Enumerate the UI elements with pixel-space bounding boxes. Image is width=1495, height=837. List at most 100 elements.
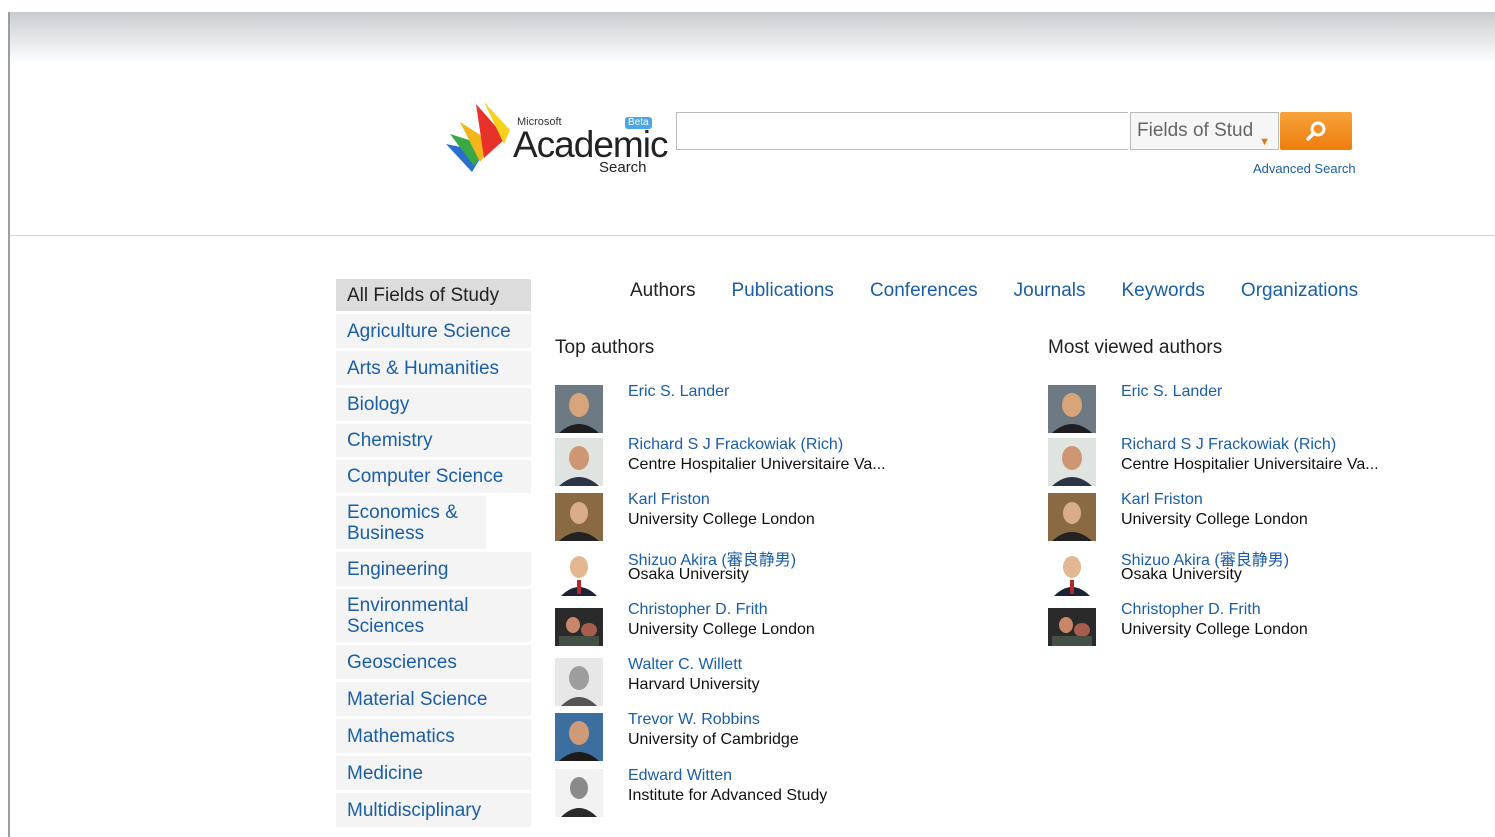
author-name-link[interactable]: Christopher D. Frith (628, 601, 768, 619)
sidebar-item-label: Environmental Sciences (347, 594, 469, 637)
sidebar-item-all-fields[interactable]: All Fields of Study (336, 279, 531, 311)
author-name-link[interactable]: Richard S J Frackowiak (Rich) (628, 436, 843, 454)
author-name-link[interactable]: Eric S. Lander (1121, 383, 1222, 401)
author-name-link[interactable]: Trevor W. Robbins (628, 711, 760, 729)
sidebar-item-engineering[interactable]: Engineering (336, 552, 531, 586)
author-affiliation: Osaka University (1121, 566, 1242, 583)
search-icon (1306, 121, 1326, 141)
sidebar-item-label: Chemistry (347, 430, 433, 451)
sidebar-item-economics-business[interactable]: Economics & Business (336, 496, 486, 549)
sidebar-item-computer-science[interactable]: Computer Science (336, 460, 531, 493)
list-item: Karl Friston University College London (555, 491, 975, 543)
tab-organizations[interactable]: Organizations (1241, 280, 1358, 302)
sidebar-item-chemistry[interactable]: Chemistry (336, 424, 531, 457)
author-affiliation: Centre Hospitalier Universitaire Va... (1121, 456, 1379, 473)
sidebar-item-label: Geosciences (347, 651, 457, 673)
sidebar-item-label: Economics & Business (347, 501, 458, 544)
sidebar-item-label: All Fields of Study (347, 284, 500, 306)
list-item: Christopher D. Frith University College … (1048, 601, 1468, 653)
author-photo[interactable] (555, 438, 603, 486)
author-photo[interactable] (555, 713, 603, 761)
sidebar-item-label: Medicine (347, 762, 424, 784)
author-photo[interactable] (555, 385, 603, 433)
sidebar-item-agriculture-science[interactable]: Agriculture Science (336, 314, 531, 348)
sidebar-item-label: Material Science (347, 688, 488, 710)
author-photo[interactable] (1048, 438, 1096, 486)
fields-of-study-select[interactable]: Fields of Stud ▼ (1130, 112, 1279, 150)
window-top-strip (10, 12, 1495, 64)
author-name-link[interactable]: Christopher D. Frith (1121, 601, 1261, 619)
author-photo[interactable] (1048, 608, 1096, 646)
list-item: Christopher D. Frith University College … (555, 601, 975, 653)
list-item: Shizuo Akira (審良静男) Osaka University (1048, 548, 1468, 598)
top-authors-heading: Top authors (555, 337, 655, 358)
search-input-box[interactable] (676, 112, 1128, 150)
list-item: Eric S. Lander (555, 383, 975, 435)
author-affiliation: University College London (628, 621, 815, 638)
sidebar-item-mathematics[interactable]: Mathematics (336, 719, 531, 753)
window-left-edge (8, 12, 10, 837)
sidebar-item-label: Multidisciplinary (347, 799, 482, 821)
tab-conferences[interactable]: Conferences (870, 280, 978, 302)
author-photo[interactable] (1048, 385, 1096, 433)
author-photo[interactable] (1048, 548, 1096, 596)
fields-of-study-sidebar: All Fields of Study Agriculture Science … (336, 279, 531, 830)
list-item: Trevor W. Robbins University of Cambridg… (555, 711, 975, 763)
category-tabs: Authors Publications Conferences Journal… (630, 280, 1394, 302)
author-affiliation: University College London (1121, 511, 1308, 528)
advanced-search-link[interactable]: Advanced Search (1253, 161, 1356, 176)
author-affiliation: Osaka University (628, 566, 749, 583)
list-item: Edward Witten Institute for Advanced Stu… (555, 767, 975, 819)
author-name-link[interactable]: Richard S J Frackowiak (Rich) (1121, 436, 1336, 454)
most-viewed-authors-heading: Most viewed authors (1048, 337, 1223, 358)
logo-search-text: Search (599, 159, 647, 176)
author-photo[interactable] (555, 548, 603, 596)
author-affiliation: Centre Hospitalier Universitaire Va... (628, 456, 886, 473)
author-name-link[interactable]: Edward Witten (628, 767, 732, 785)
sidebar-item-arts-humanities[interactable]: Arts & Humanities (336, 351, 531, 385)
author-affiliation: Harvard University (628, 676, 760, 693)
list-item: Shizuo Akira (審良静男) Osaka University (555, 548, 975, 598)
author-affiliation: University of Cambridge (628, 731, 799, 748)
author-affiliation: University College London (628, 511, 815, 528)
search-button[interactable] (1280, 112, 1352, 150)
list-item: Richard S J Frackowiak (Rich) Centre Hos… (555, 436, 975, 488)
author-photo[interactable] (555, 493, 603, 541)
sidebar-item-label: Biology (347, 394, 410, 415)
author-name-link[interactable]: Karl Friston (628, 491, 710, 509)
author-name-link[interactable]: Karl Friston (1121, 491, 1203, 509)
author-photo[interactable] (555, 769, 603, 817)
tab-keywords[interactable]: Keywords (1122, 280, 1205, 302)
author-name-link[interactable]: Walter C. Willett (628, 656, 742, 674)
sidebar-item-medicine[interactable]: Medicine (336, 756, 531, 790)
sidebar-item-multidisciplinary[interactable]: Multidisciplinary (336, 793, 531, 827)
sidebar-item-biology[interactable]: Biology (336, 388, 531, 421)
sidebar-item-label: Engineering (347, 558, 449, 580)
author-affiliation: University College London (1121, 621, 1308, 638)
sidebar-item-material-science[interactable]: Material Science (336, 682, 531, 716)
tab-authors[interactable]: Authors (630, 280, 695, 302)
author-photo[interactable] (555, 658, 603, 706)
tab-publications[interactable]: Publications (731, 280, 833, 302)
header-divider (10, 235, 1495, 236)
academic-search-logo[interactable]: Microsoft Academic Search Beta (444, 100, 668, 180)
beta-badge: Beta (625, 117, 652, 129)
chevron-down-icon: ▼ (1259, 136, 1270, 148)
list-item: Karl Friston University College London (1048, 491, 1468, 543)
tab-journals[interactable]: Journals (1014, 280, 1086, 302)
logo-mark-icon (446, 102, 510, 172)
author-photo[interactable] (555, 608, 603, 646)
list-item: Eric S. Lander (1048, 383, 1468, 435)
sidebar-item-label: Mathematics (347, 725, 455, 747)
list-item: Walter C. Willett Harvard University (555, 656, 975, 708)
author-photo[interactable] (1048, 493, 1096, 541)
sidebar-item-geosciences[interactable]: Geosciences (336, 645, 531, 679)
sidebar-item-environmental-sciences[interactable]: Environmental Sciences (336, 589, 531, 642)
sidebar-item-label: Agriculture Science (347, 320, 511, 342)
field-select-value: Fields of Stud (1137, 120, 1254, 141)
sidebar-item-label: Computer Science (347, 466, 504, 487)
list-item: Richard S J Frackowiak (Rich) Centre Hos… (1048, 436, 1468, 488)
search-input[interactable] (677, 113, 1128, 149)
author-name-link[interactable]: Eric S. Lander (628, 383, 729, 401)
sidebar-item-label: Arts & Humanities (347, 357, 500, 379)
